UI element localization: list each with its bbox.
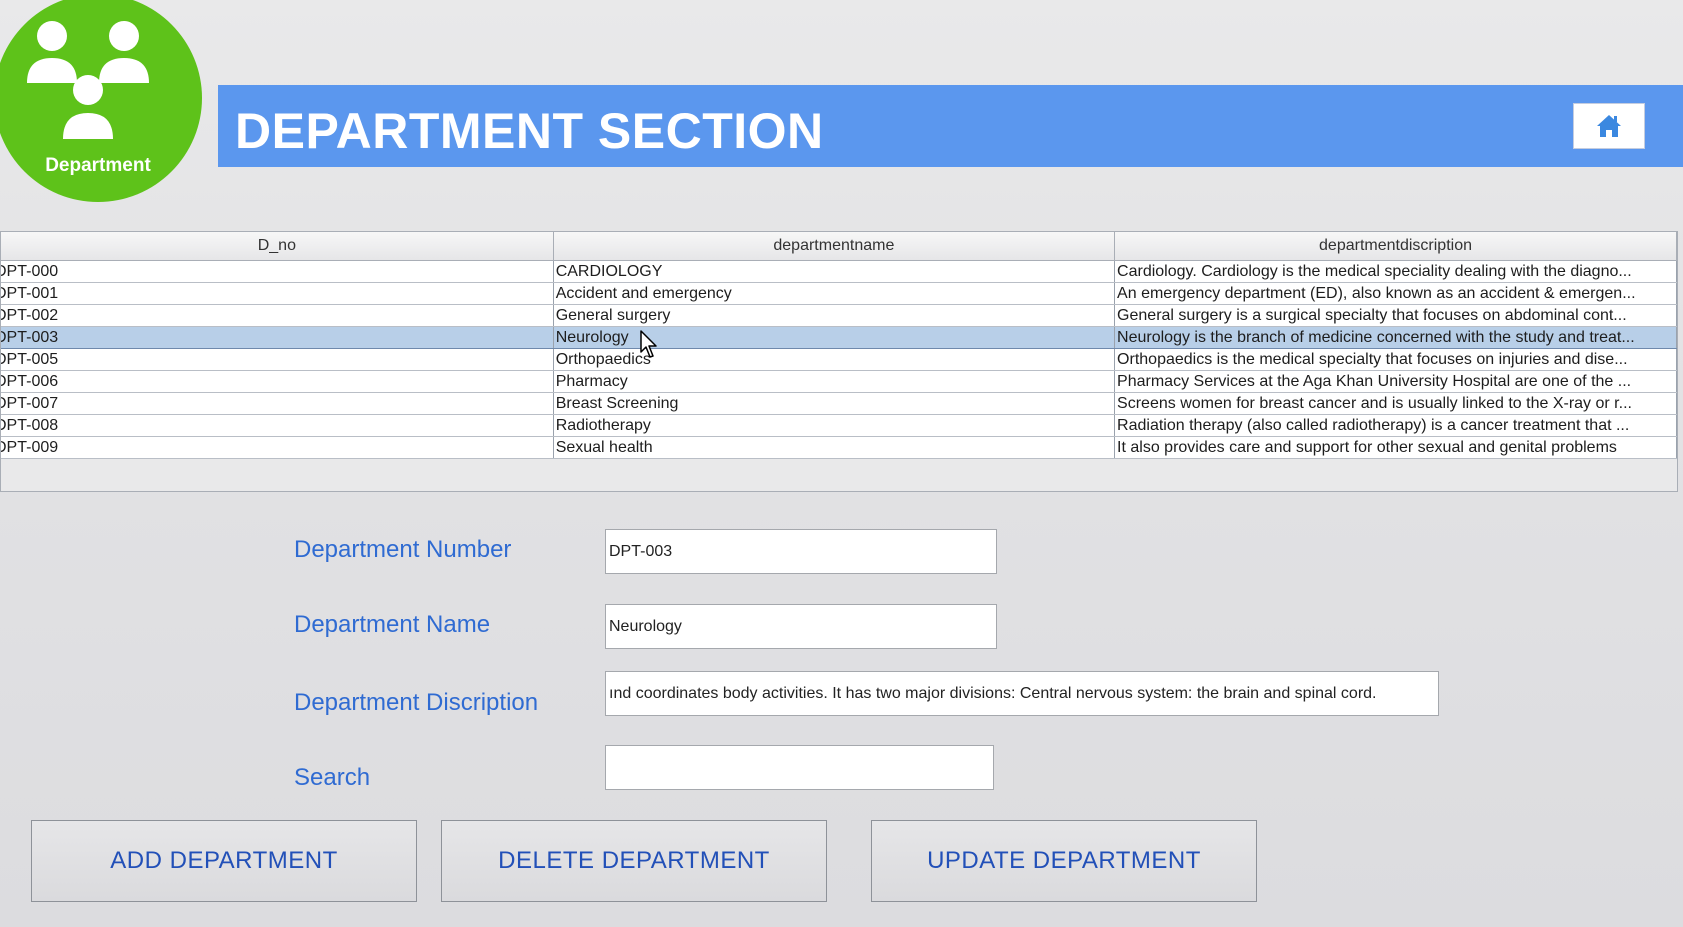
table-row[interactable]: DPT-002 General surgery General surgery … [1, 304, 1677, 327]
cell-description: Radiation therapy (also called radiother… [1114, 414, 1677, 437]
cell-departmentname: CARDIOLOGY [553, 260, 1116, 283]
mouse-cursor-icon [640, 330, 657, 358]
cell-description: Screens women for breast cancer and is u… [1114, 392, 1677, 415]
cell-departmentname: Radiotherapy [553, 414, 1116, 437]
table-row[interactable]: DPT-005 Orthopaedics Orthopaedics is the… [1, 348, 1677, 371]
table-row[interactable]: DPT-000 CARDIOLOGY Cardiology. Cardiolog… [1, 260, 1677, 283]
users-icon [27, 21, 149, 139]
department-name-label: Department Name [294, 611, 491, 638]
cell-departmentname: Breast Screening [553, 392, 1116, 415]
column-header-departmentdiscription[interactable]: departmentdiscription [1114, 232, 1677, 261]
search-input[interactable] [605, 745, 994, 790]
cell-d-no: DPT-008 [1, 414, 554, 437]
column-header-d-no[interactable]: D_no [1, 232, 554, 261]
add-department-button[interactable]: ADD DEPARTMENT [31, 820, 417, 902]
cell-description: General surgery is a surgical specialty … [1114, 304, 1677, 327]
cell-description: Cardiology. Cardiology is the medical sp… [1114, 260, 1677, 283]
cell-departmentname: Accident and emergency [553, 282, 1116, 305]
department-number-label: Department Number [294, 536, 512, 563]
cell-departmentname: Sexual health [553, 436, 1116, 459]
table-header-row: D_no departmentname departmentdiscriptio… [1, 232, 1677, 261]
department-number-input[interactable] [605, 529, 997, 574]
cell-description: It also provides care and support for ot… [1114, 436, 1677, 459]
home-icon [1597, 115, 1621, 137]
update-department-button[interactable]: UPDATE DEPARTMENT [871, 820, 1257, 902]
cell-d-no: DPT-009 [1, 436, 554, 459]
cell-description: Neurology is the branch of medicine conc… [1114, 326, 1677, 349]
search-label: Search [294, 764, 371, 791]
cell-d-no: DPT-002 [1, 304, 554, 327]
cell-departmentname: Orthopaedics [553, 348, 1116, 371]
department-description-input[interactable] [605, 671, 1439, 716]
table-row[interactable]: DPT-009 Sexual health It also provides c… [1, 436, 1677, 459]
cell-d-no: DPT-001 [1, 282, 554, 305]
department-logo: Department [0, 0, 202, 202]
cell-description: An emergency department (ED), also known… [1114, 282, 1677, 305]
table-row[interactable]: DPT-006 Pharmacy Pharmacy Services at th… [1, 370, 1677, 393]
page-title: DEPARTMENT SECTION [235, 103, 824, 159]
logo-label: Department [45, 155, 151, 176]
cell-departmentname: Neurology [553, 326, 1116, 349]
cell-departmentname: Pharmacy [553, 370, 1116, 393]
header-bar: DEPARTMENT SECTION [218, 85, 1683, 167]
cell-d-no: DPT-006 [1, 370, 554, 393]
cell-departmentname: General surgery [553, 304, 1116, 327]
cell-description: Pharmacy Services at the Aga Khan Univer… [1114, 370, 1677, 393]
cell-d-no: DPT-007 [1, 392, 554, 415]
cell-d-no: DPT-005 [1, 348, 554, 371]
department-name-input[interactable] [605, 604, 997, 649]
cell-d-no: DPT-000 [1, 260, 554, 283]
home-button[interactable] [1573, 103, 1645, 149]
delete-department-button[interactable]: DELETE DEPARTMENT [441, 820, 827, 902]
table-row[interactable]: DPT-007 Breast Screening Screens women f… [1, 392, 1677, 415]
table-row[interactable]: DPT-001 Accident and emergency An emerge… [1, 282, 1677, 305]
column-header-departmentname[interactable]: departmentname [553, 232, 1116, 261]
department-table[interactable]: D_no departmentname departmentdiscriptio… [0, 231, 1678, 492]
cell-d-no: DPT-003 [1, 326, 554, 349]
table-row[interactable]: DPT-008 Radiotherapy Radiation therapy (… [1, 414, 1677, 437]
department-description-label: Department Discription [294, 689, 539, 716]
cell-description: Orthopaedics is the medical specialty th… [1114, 348, 1677, 371]
table-row-selected[interactable]: DPT-003 Neurology Neurology is the branc… [1, 326, 1677, 349]
